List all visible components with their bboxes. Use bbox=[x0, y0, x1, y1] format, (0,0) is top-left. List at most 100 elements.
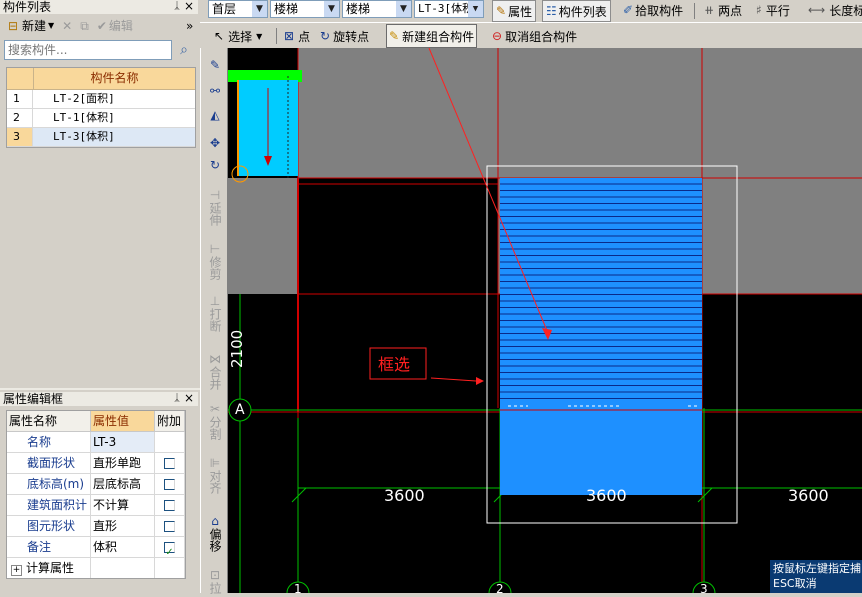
property-table-header: 属性名称 属性值 附加 bbox=[7, 411, 185, 432]
close-icon[interactable]: × bbox=[184, 391, 194, 405]
black-region bbox=[298, 178, 498, 294]
search-icon[interactable]: ⌕ bbox=[174, 40, 194, 60]
drawing-canvas[interactable]: 框选 2100 A 3600 3600 3600 1 2 3 bbox=[228, 48, 862, 593]
two-points-icon: ⧺ bbox=[704, 3, 715, 17]
extra-checkbox[interactable] bbox=[164, 478, 175, 490]
search-input[interactable]: 搜索构件... bbox=[4, 40, 172, 60]
header-property-name: 属性名称 bbox=[7, 411, 91, 431]
break-icon: ⊥ bbox=[209, 294, 221, 308]
type-value: 楼梯 bbox=[346, 2, 371, 16]
parallel-button[interactable]: ♯ 平行 bbox=[756, 0, 790, 20]
expand-icon[interactable]: + bbox=[11, 565, 22, 576]
mirror-icon[interactable]: ◭ bbox=[206, 108, 224, 122]
chevron-down-icon[interactable]: ▼ bbox=[324, 1, 339, 17]
property-row: + 计算属性 bbox=[7, 558, 185, 578]
table-row[interactable]: 3 LT-3[体积] bbox=[7, 128, 195, 147]
property-editor-title: 属性编辑框 bbox=[3, 392, 64, 406]
property-value[interactable]: 不计算 bbox=[91, 495, 155, 515]
close-icon[interactable]: × bbox=[184, 0, 194, 13]
panel-splitter[interactable] bbox=[0, 388, 200, 390]
rotate-icon[interactable]: ↻ bbox=[206, 158, 224, 172]
extra-checkbox[interactable] bbox=[164, 457, 175, 469]
copy-icon[interactable]: ⚯ bbox=[206, 84, 224, 98]
status-hint: 按鼠标左键指定捕 ESC取消 bbox=[770, 560, 862, 593]
chevron-down-icon[interactable]: ▼ bbox=[48, 16, 54, 36]
attribute-icon: ✎ bbox=[496, 4, 507, 18]
stretch-label: 拉 bbox=[208, 582, 222, 594]
parallel-icon: ♯ bbox=[756, 3, 762, 17]
length-dimension-icon: ⟷ bbox=[808, 3, 826, 17]
status-line: ESC取消 bbox=[773, 577, 817, 590]
align-button[interactable]: ⊫ 对齐 bbox=[206, 456, 224, 497]
select-button[interactable]: ↖ 选择 ▼ bbox=[214, 26, 262, 46]
chevron-down-icon[interactable]: ▼ bbox=[396, 1, 411, 17]
gray-slab-left bbox=[228, 178, 298, 294]
length-dimension-button[interactable]: ⟷ 长度标 bbox=[808, 0, 862, 20]
property-value[interactable]: 直形单跑 bbox=[91, 453, 155, 473]
more-tools-icon[interactable]: » bbox=[182, 16, 197, 36]
new-button[interactable]: ⊟ 新建 ▼ bbox=[2, 16, 58, 36]
delete-button[interactable]: ✕ bbox=[58, 16, 76, 36]
chevron-down-icon[interactable]: ▼ bbox=[252, 1, 267, 17]
extend-button[interactable]: ⊣ 延伸 bbox=[206, 188, 224, 229]
extra-checkbox[interactable] bbox=[164, 499, 175, 511]
rotate-point-button[interactable]: ↻ 旋转点 bbox=[320, 26, 369, 46]
extend-icon: ⊣ bbox=[209, 188, 221, 202]
extend-label: 延伸 bbox=[208, 202, 222, 226]
property-value[interactable]: 直形 bbox=[91, 516, 155, 536]
select-label: 选择 bbox=[228, 29, 253, 44]
toolbar-separator bbox=[276, 28, 277, 44]
property-value[interactable]: 体积 bbox=[91, 537, 155, 557]
property-value[interactable]: 层底标高 bbox=[91, 474, 155, 494]
cancel-group-component-button[interactable]: ⊖ 取消组合构件 bbox=[492, 26, 577, 46]
component-value: LT-3[体积 bbox=[418, 2, 474, 15]
axis-label-3: 3 bbox=[700, 582, 708, 593]
extra-checkbox[interactable] bbox=[164, 520, 175, 532]
property-row: 截面形状 直形单跑 bbox=[7, 453, 185, 474]
row-name: LT-1[体积] bbox=[53, 111, 115, 124]
property-value[interactable]: LT-3 bbox=[91, 432, 155, 452]
chevron-down-icon[interactable]: ▼ bbox=[256, 32, 262, 41]
drawing-svg[interactable] bbox=[228, 48, 862, 593]
type-select[interactable]: 楼梯 ▼ bbox=[342, 0, 412, 18]
stair-body[interactable] bbox=[500, 178, 702, 495]
component-select[interactable]: LT-3[体积 ▼ bbox=[414, 0, 484, 18]
move-icon[interactable]: ✥ bbox=[206, 136, 224, 150]
new-group-icon: ✎ bbox=[389, 29, 400, 43]
two-points-button[interactable]: ⧺ 两点 bbox=[704, 0, 742, 20]
component-list-title: 构件列表 bbox=[3, 0, 52, 14]
property-group[interactable]: + 计算属性 bbox=[7, 558, 91, 578]
pin-icon[interactable]: ᛣ bbox=[174, 0, 180, 14]
trim-button[interactable]: ⊢ 修剪 bbox=[206, 242, 224, 283]
chevron-down-icon[interactable]: ▼ bbox=[468, 1, 483, 17]
floor-select[interactable]: 首层 ▼ bbox=[208, 0, 268, 18]
property-editor-title-bar: 属性编辑框 ᛣ × bbox=[0, 391, 198, 406]
header-property-value: 属性值 bbox=[91, 411, 155, 431]
brush-icon[interactable]: ✎ bbox=[206, 58, 224, 72]
copy-button[interactable]: ⧉ bbox=[76, 16, 93, 36]
dim-left: 2100 bbox=[228, 329, 246, 368]
new-component-icon: ⊟ bbox=[7, 19, 19, 33]
attribute-button[interactable]: ✎ 属性 bbox=[492, 0, 537, 22]
pick-component-button[interactable]: ✐ 拾取构件 bbox=[620, 0, 686, 20]
edit-button[interactable]: ✔ 编辑 bbox=[93, 16, 137, 36]
table-row[interactable]: 2 LT-1[体积] bbox=[7, 109, 195, 128]
row-name: LT-3[体积] bbox=[53, 130, 115, 143]
new-group-component-button[interactable]: ✎ 新建组合构件 bbox=[386, 24, 478, 48]
length-dimension-label: 长度标 bbox=[829, 3, 862, 18]
new-label: 新建 bbox=[22, 19, 47, 33]
category-select[interactable]: 楼梯 ▼ bbox=[270, 0, 340, 18]
component-list-button[interactable]: ☷ 构件列表 bbox=[542, 0, 611, 22]
extra-checkbox-checked[interactable]: ✓ bbox=[164, 541, 175, 558]
table-row[interactable]: 1 LT-2[面积] bbox=[7, 90, 195, 109]
header-extra: 附加 bbox=[155, 411, 185, 431]
merge-button[interactable]: ⋈ 合并 bbox=[206, 352, 224, 393]
offset-button[interactable]: ⌂ 偏移 bbox=[206, 514, 224, 555]
point-button[interactable]: ⊠ 点 bbox=[284, 26, 310, 46]
break-button[interactable]: ⊥ 打断 bbox=[206, 294, 224, 335]
point-icon: ⊠ bbox=[284, 29, 295, 43]
pick-label: 拾取构件 bbox=[635, 3, 684, 18]
category-value: 楼梯 bbox=[274, 2, 299, 16]
pin-icon[interactable]: ᛣ bbox=[174, 392, 180, 406]
split-button[interactable]: ✂ 分割 bbox=[206, 402, 224, 443]
